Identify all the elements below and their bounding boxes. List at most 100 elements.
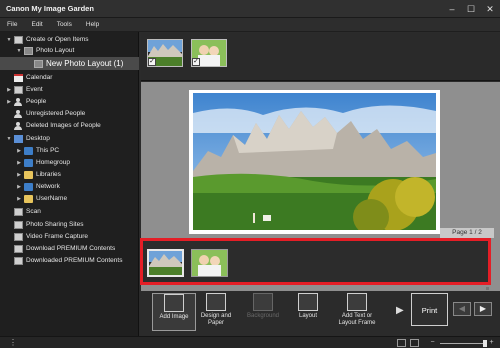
image-thumbnail-strip: ✓ ✓: [141, 33, 500, 81]
thumbnail-checkbox[interactable]: ✓: [148, 58, 156, 66]
strip-scrollbar[interactable]: [486, 287, 489, 290]
menu-bar: File Edit Tools Help: [0, 18, 500, 32]
create-items-icon: [14, 35, 23, 44]
collapse-arrow-icon[interactable]: ▶: [16, 196, 22, 202]
background-icon: [253, 293, 273, 311]
sidebar-item-label: Downloaded PREMIUM Contents: [26, 257, 123, 264]
scan-icon: [14, 207, 23, 216]
expand-arrow-icon[interactable]: ▼: [6, 136, 12, 142]
toolbar-more-arrow-icon[interactable]: ▶: [396, 305, 404, 316]
sidebar-item-label: Deleted Images of People: [26, 122, 101, 129]
sidebar-item-label: Create or Open Items: [26, 36, 89, 43]
mountain-landscape-image: [193, 93, 436, 230]
sidebar-item-label: Libraries: [36, 171, 61, 178]
layout-button[interactable]: Layout: [286, 293, 330, 320]
options-menu-icon[interactable]: ⋮: [9, 338, 17, 347]
next-page-button[interactable]: ▶: [474, 302, 492, 316]
photo-sharing-icon: [14, 220, 23, 229]
maximize-button[interactable]: ☐: [465, 3, 477, 15]
add-image-button[interactable]: Add Image: [152, 293, 196, 331]
sidebar-item-label: People: [26, 98, 47, 105]
sidebar-item-new-photo-layout[interactable]: New Photo Layout (1): [0, 57, 139, 70]
sidebar-item-event[interactable]: ▶ Event: [0, 84, 139, 95]
collapse-arrow-icon[interactable]: ▶: [16, 148, 22, 154]
page-thumbnail-1[interactable]: [147, 249, 184, 277]
sidebar-item-create-items[interactable]: ▼ Create or Open Items: [0, 34, 139, 45]
print-button[interactable]: Print: [411, 293, 448, 326]
thumbnail-mountain[interactable]: ✓: [147, 39, 183, 67]
network-icon: [24, 182, 33, 191]
full-view-icon[interactable]: [410, 339, 419, 347]
design-paper-label: Design and Paper: [200, 313, 232, 326]
sidebar-item-label: New Photo Layout (1): [46, 59, 124, 68]
deleted-people-icon: [14, 121, 23, 130]
design-paper-button[interactable]: Design and Paper: [194, 293, 238, 327]
collapse-arrow-icon[interactable]: ▶: [16, 160, 22, 166]
sidebar-item-homegroup[interactable]: ▶ Homegroup: [0, 157, 139, 168]
layout-label: Layout: [298, 313, 317, 319]
zoom-in-button[interactable]: +: [487, 339, 496, 347]
sidebar-item-this-pc[interactable]: ▶ This PC: [0, 145, 139, 156]
sidebar-item-unregistered-people[interactable]: Unregistered People: [0, 108, 139, 119]
sidebar-item-deleted-people[interactable]: Deleted Images of People: [0, 120, 139, 131]
this-pc-icon: [24, 146, 33, 155]
user-folder-icon: [24, 194, 33, 203]
minimize-button[interactable]: –: [446, 3, 458, 15]
sidebar-item-downloaded-premium[interactable]: Downloaded PREMIUM Contents: [0, 255, 139, 266]
page-thumbnail-strip: [140, 238, 491, 285]
layout-icon: [298, 293, 318, 311]
video-capture-icon: [14, 232, 23, 241]
sidebar-item-download-premium[interactable]: Download PREMIUM Contents: [0, 243, 139, 254]
menu-help[interactable]: Help: [79, 18, 106, 31]
background-button[interactable]: Background: [241, 293, 285, 320]
sidebar-item-people[interactable]: ▶ People: [0, 96, 139, 107]
homegroup-icon: [24, 158, 33, 167]
sidebar-item-label: Scan: [26, 208, 41, 215]
collapse-arrow-icon[interactable]: ▶: [16, 172, 22, 178]
add-text-button[interactable]: Add Text or Layout Frame: [333, 293, 381, 327]
page-thumbnail-2[interactable]: [191, 249, 228, 277]
sidebar-item-scan[interactable]: Scan: [0, 206, 139, 217]
collapse-arrow-icon[interactable]: ▶: [6, 99, 12, 105]
sidebar-item-photo-sharing[interactable]: Photo Sharing Sites: [0, 219, 139, 230]
expand-arrow-icon[interactable]: ▼: [16, 48, 22, 54]
photo-layout-folder-icon: [24, 46, 33, 55]
menu-tools[interactable]: Tools: [50, 18, 79, 31]
thumbnail-children[interactable]: ✓: [191, 39, 227, 67]
add-image-label: Add Image: [159, 314, 189, 320]
add-text-icon: [347, 293, 367, 311]
layout-page[interactable]: [189, 90, 440, 234]
window-controls: – ☐ ✕: [446, 3, 496, 15]
menu-file[interactable]: File: [0, 18, 24, 31]
download-premium-icon: [14, 244, 23, 253]
event-icon: [14, 85, 23, 94]
sidebar-item-username[interactable]: ▶ UserName: [0, 193, 139, 204]
libraries-icon: [24, 170, 33, 179]
sidebar-item-libraries[interactable]: ▶ Libraries: [0, 169, 139, 180]
sidebar-item-network[interactable]: ▶ Network: [0, 181, 139, 192]
unregistered-people-icon: [14, 109, 23, 118]
mountain-page-icon: [149, 251, 182, 275]
sidebar-item-label: This PC: [36, 147, 60, 154]
add-text-label: Add Text or Layout Frame: [338, 313, 376, 326]
window-title: Canon My Image Garden: [6, 4, 94, 13]
previous-page-button[interactable]: ◀: [453, 302, 471, 316]
close-button[interactable]: ✕: [484, 3, 496, 15]
page-indicator: Page 1 / 2: [440, 228, 494, 238]
sidebar-item-label: Photo Sharing Sites: [26, 221, 84, 228]
sidebar-item-calendar[interactable]: Calendar: [0, 72, 139, 83]
sidebar-item-label: Network: [36, 183, 60, 190]
sidebar-item-video-capture[interactable]: Video Frame Capture: [0, 231, 139, 242]
thumbnail-checkbox[interactable]: ✓: [192, 58, 200, 66]
zoom-out-button[interactable]: −: [428, 339, 437, 347]
fit-view-icon[interactable]: [397, 339, 406, 347]
sidebar-item-photo-layout[interactable]: ▼ Photo Layout: [0, 45, 139, 56]
sidebar-item-label: Unregistered People: [26, 110, 86, 117]
sidebar-item-desktop[interactable]: ▼ Desktop: [0, 133, 139, 144]
zoom-slider[interactable]: [440, 343, 485, 344]
collapse-arrow-icon[interactable]: ▶: [6, 87, 12, 93]
expand-arrow-icon[interactable]: ▼: [6, 37, 12, 43]
layout-photo-frame[interactable]: [193, 93, 436, 230]
menu-edit[interactable]: Edit: [24, 18, 49, 31]
collapse-arrow-icon[interactable]: ▶: [16, 184, 22, 190]
